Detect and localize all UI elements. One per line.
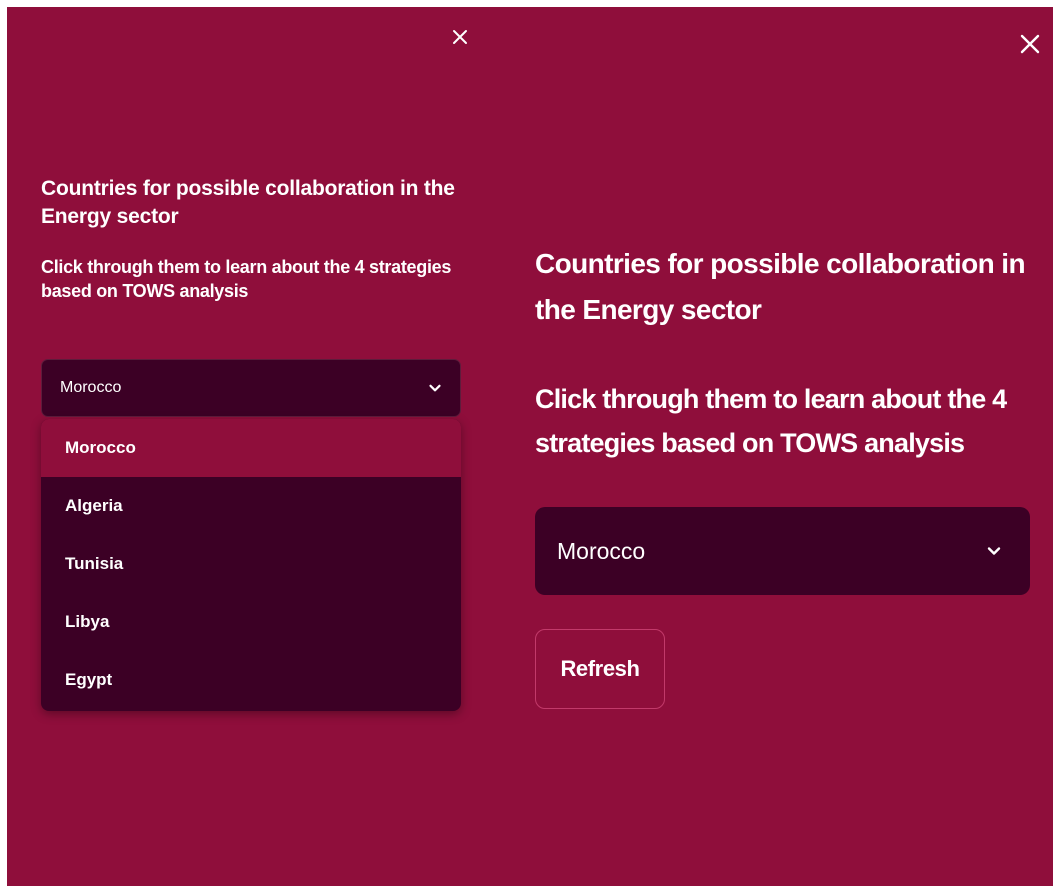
page-title: Countries for possible collaboration in … <box>41 177 455 228</box>
close-icon <box>1020 34 1040 54</box>
refresh-button[interactable]: Refresh <box>535 629 665 709</box>
main-content: Countries for possible collaboration in … <box>535 241 1035 465</box>
close-button[interactable] <box>451 28 469 46</box>
dropdown-option-algeria[interactable]: Algeria <box>41 477 461 535</box>
dropdown-option-tunisia[interactable]: Tunisia <box>41 535 461 593</box>
dropdown-option-morocco[interactable]: Morocco <box>41 419 461 477</box>
country-dropdown-menu: Morocco Algeria Tunisia Libya Egypt <box>41 419 461 711</box>
chevron-down-icon <box>429 384 441 392</box>
country-select-value: Morocco <box>60 379 122 396</box>
main-country-select[interactable]: Morocco <box>535 507 1030 595</box>
main-subtitle: Click through them to learn about the 4 … <box>535 384 1007 458</box>
close-button-main[interactable] <box>1018 32 1042 56</box>
country-select[interactable]: Morocco <box>41 359 461 417</box>
chevron-down-icon <box>987 547 1001 555</box>
main-country-select-value: Morocco <box>557 537 646 564</box>
dropdown-option-egypt[interactable]: Egypt <box>41 651 461 709</box>
dropdown-option-libya[interactable]: Libya <box>41 593 461 651</box>
close-icon <box>453 30 467 44</box>
sidebar-content: Countries for possible collaboration in … <box>41 175 466 303</box>
main-title: Countries for possible collaboration in … <box>535 248 1026 325</box>
page-subtitle: Click through them to learn about the 4 … <box>41 257 452 301</box>
